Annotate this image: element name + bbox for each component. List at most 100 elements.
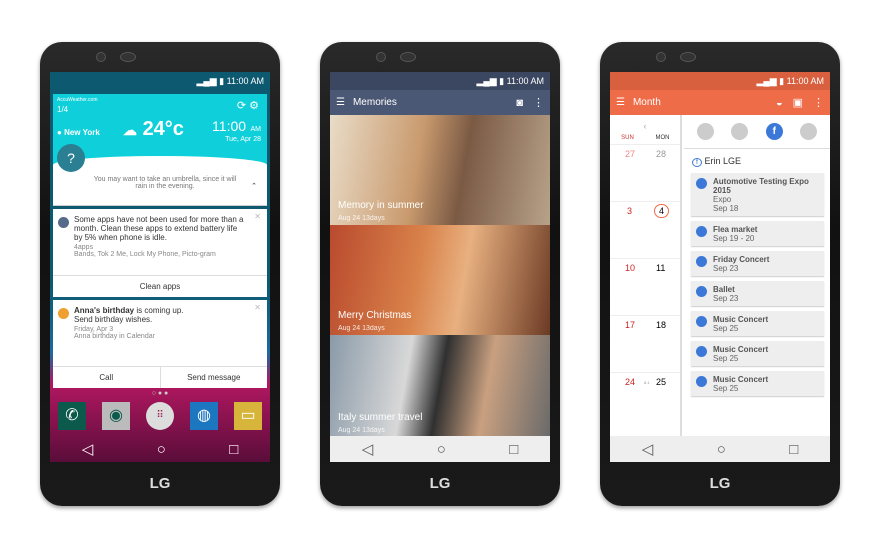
notif-text2: Send birthday wishes. [74,315,153,324]
check-icon[interactable] [800,123,818,140]
event-date: Sep 23 [713,294,739,303]
facebook-icon[interactable]: f [765,123,783,140]
event-item[interactable]: Automotive Testing Expo 2015 Expo Sep 18 [691,173,824,216]
notification-app-cleanup[interactable]: ✕ Some apps have not been used for more … [53,209,267,297]
status-bar: ▂▄▆ ▮ 11:00 AM [196,76,264,86]
settings-icon[interactable]: ⚙ [249,100,259,112]
home-icon[interactable]: ○ [437,441,446,458]
contact-name: Anna's birthday [74,306,135,315]
back-icon[interactable]: ◁ [82,440,94,458]
weather-widget[interactable]: AccuWeather.com 1/4 ⟳ ⚙ ● New York ☁ 24°… [53,94,267,186]
help-icon[interactable]: ? [57,144,85,172]
app-title: Month [632,97,661,108]
clean-apps-button[interactable]: Clean apps [53,275,267,297]
cloud-sun-icon: ☁ [123,122,137,138]
lg-logo: LG [429,475,451,492]
status-time: 11:00 AM [506,76,544,86]
tip-text: You may want to take an umbrella, since … [93,176,237,190]
front-camera [680,52,696,62]
recents-icon[interactable]: □ [789,441,798,458]
back-icon[interactable]: ◁ [362,440,374,458]
notification-birthday[interactable]: ✕ Anna's birthday is coming up. Send bir… [53,300,267,388]
notif-text: Some apps have not been used for more th… [74,215,244,242]
home-icon[interactable]: ○ [717,441,726,458]
cake-icon [58,308,69,319]
clock-ampm: AM [250,126,262,133]
album-card[interactable]: Italy summer travel Aug 24 13days [330,335,550,437]
dismiss-icon[interactable]: ✕ [254,212,261,221]
app-bar: ☰ Memories ◙ ⋮ [330,90,550,115]
account-name: Erin LGE [704,156,741,166]
event-item[interactable]: Flea market Sep 19 - 20 [691,221,824,246]
status-bar: ▂▄▆ ▮ 11:00 AM [330,72,550,90]
week-row[interactable]: 10 11 [610,259,680,316]
more-icon[interactable]: ⋮ [533,96,544,109]
menu-icon[interactable]: ☰ [616,97,625,108]
month-column: ‹ SUN MON 27 28 34 10 11 17 18 24 8.1 25 [610,115,682,436]
album-card[interactable]: Memory in summer Aug 24 13days [330,115,550,225]
menu-icon[interactable]: ☰ [336,97,345,108]
phone-calendar: ▂▄▆ ▮ 11:00 AM ☰ Month ◒ ▣ ⋮ ‹ SUN MON 27 28 … [600,42,840,506]
event-sub: Expo [713,195,732,204]
week-row[interactable]: 24 8.1 25 [610,373,680,430]
sensor [656,52,666,62]
send-message-button[interactable]: Send message [159,367,268,388]
event-item[interactable]: Music Concert Sep 25 [691,341,824,366]
page-indicator: ○ ● ● [151,390,169,397]
front-camera [120,52,136,62]
prev-month-icon[interactable]: ‹ [610,121,680,131]
day: 11 [656,263,666,273]
browser-app-icon[interactable]: ◍ [190,402,218,430]
briefcase-icon[interactable]: ◒ [776,97,783,109]
event-title: Music Concert [713,375,769,384]
front-camera [400,52,416,62]
nav-bar: ◁ ○ □ [610,436,830,462]
album-title: Italy summer travel [338,412,423,423]
apps-drawer-icon[interactable]: ⠿ [146,402,174,430]
back-icon[interactable]: ◁ [642,440,654,458]
phone-app-icon[interactable]: ✆ [58,402,86,430]
screen: ▂▄▆ ▮ 11:00 AM AccuWeather.com 1/4 ⟳ ⚙ ●… [50,72,270,462]
event-title: Music Concert [713,315,769,324]
messaging-app-icon[interactable]: ▭ [234,402,262,430]
day-header-sun: SUN [621,135,634,141]
recents-icon[interactable]: □ [229,441,238,458]
event-item[interactable]: Ballet Sep 23 [691,281,824,306]
album-date: Aug 24 13days [338,325,385,332]
screen: ▂▄▆ ▮ 11:00 AM ☰ Memories ◙ ⋮ Memory in su… [330,72,550,462]
album-card[interactable]: Merry Christmas Aug 24 13days [330,225,550,335]
location-icon[interactable] [731,123,749,140]
home-icon[interactable]: ○ [157,441,166,458]
day-header-mon: MON [655,135,670,141]
album-title: Memory in summer [338,200,424,211]
event-item[interactable]: Music Concert Sep 25 [691,311,824,336]
week-row[interactable]: 17 18 [610,316,680,373]
day: 3 [627,206,633,216]
week-row[interactable]: 34 [610,202,680,259]
week-row[interactable]: 27 28 [610,145,680,202]
today-icon[interactable]: ▣ [793,96,803,109]
call-button[interactable]: Call [53,367,160,388]
album-title: Merry Christmas [338,310,412,321]
notif-apps: Bands, Tok 2 Me, Lock My Phone, Picto-gr… [74,251,216,258]
event-date: Sep 25 [713,384,739,393]
notif-text: is coming up. [134,306,184,315]
more-icon[interactable]: ⋮ [813,96,824,109]
trash-icon [58,217,69,228]
nav-bar: ◁ ○ □ [330,436,550,462]
like-icon [696,226,707,237]
collapse-icon[interactable]: ⌃ [251,182,257,190]
event-date: Sep 18 [713,204,739,213]
day: 18 [656,320,667,330]
refresh-icon[interactable]: ⟳ [237,100,246,112]
dismiss-icon[interactable]: ✕ [254,303,261,312]
folder-icon[interactable] [696,123,714,140]
clock-date: Tue, Apr 28 [225,136,261,143]
event-item[interactable]: Music Concert Sep 25 [691,371,824,396]
recents-icon[interactable]: □ [509,441,518,458]
camera-icon[interactable]: ◙ [516,97,523,109]
sensor [96,52,106,62]
event-date: Sep 25 [713,324,739,333]
event-item[interactable]: Friday Concert Sep 23 [691,251,824,276]
contacts-app-icon[interactable]: ◉ [102,402,130,430]
